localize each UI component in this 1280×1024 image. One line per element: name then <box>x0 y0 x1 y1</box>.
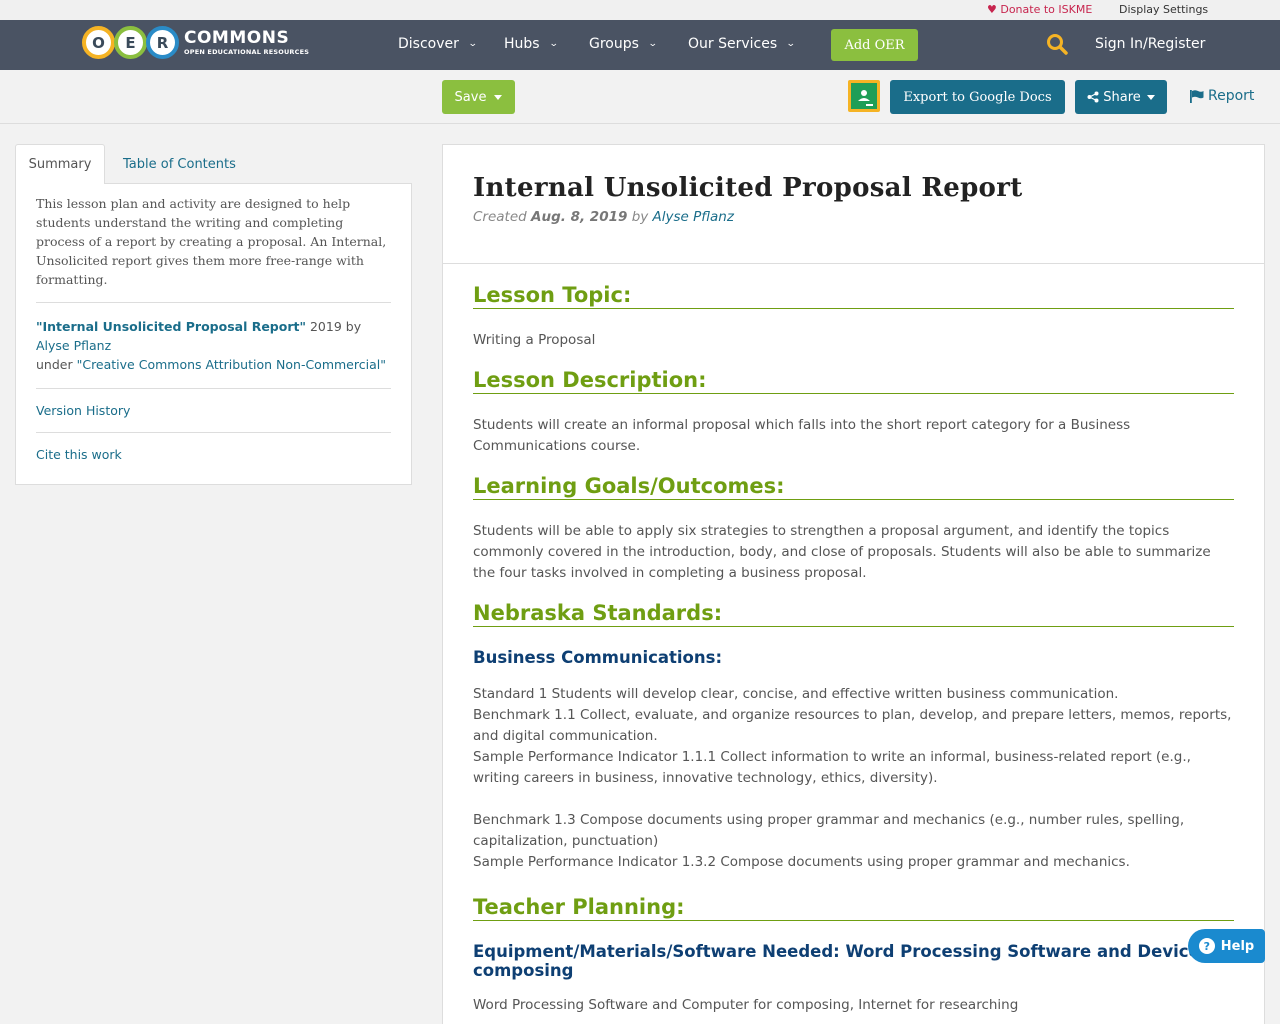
indicator-1-3-2: Sample Performance Indicator 1.3.2 Compo… <box>473 854 1130 870</box>
section-heading-lesson-topic: Lesson Topic: <box>473 282 1234 309</box>
google-classroom-button[interactable] <box>848 80 880 112</box>
report-label: Report <box>1208 88 1255 104</box>
logo-tagline: OPEN EDUCATIONAL RESOURCES <box>184 47 310 56</box>
meta-author-link[interactable]: Alyse Pflanz <box>653 209 734 225</box>
attribution: "Internal Unsolicited Proposal Report" 2… <box>36 303 391 389</box>
content-header: Internal Unsolicited Proposal Report Cre… <box>443 145 1264 264</box>
section-heading-nebraska-standards: Nebraska Standards: <box>473 600 1234 627</box>
benchmark-1-3: Benchmark 1.3 Compose documents using pr… <box>473 812 1185 849</box>
meta-by: by <box>631 209 649 225</box>
subheading-equipment: Equipment/Materials/Software Needed: Wor… <box>473 942 1233 980</box>
content-body: Lesson Topic: Writing a Proposal Lesson … <box>443 264 1264 1016</box>
logo-wordmark: COMMONS OPEN EDUCATIONAL RESOURCES <box>184 27 310 56</box>
tab-summary[interactable]: Summary <box>15 144 105 184</box>
display-settings-link[interactable]: Display Settings <box>1119 3 1208 16</box>
chevron-down-icon: ⌄ <box>548 39 559 49</box>
help-button[interactable]: ? Help <box>1188 929 1265 963</box>
logo-letter-e: E <box>114 26 147 59</box>
section-heading-learning-goals: Learning Goals/Outcomes: <box>473 473 1234 500</box>
help-label: Help <box>1220 938 1255 954</box>
nav-discover-label: Discover <box>398 36 459 52</box>
caret-down-icon <box>1146 94 1155 100</box>
standards-block: Standard 1 Students will develop clear, … <box>473 684 1234 873</box>
standard-1: Standard 1 Students will develop clear, … <box>473 686 1119 702</box>
lesson-description-text: Students will create an informal proposa… <box>473 417 1131 454</box>
donate-label: Donate to ISKME <box>1000 3 1093 16</box>
meta-created: Created <box>473 209 527 225</box>
nav-our-services[interactable]: Our Services ⌄ <box>688 36 796 52</box>
logo-letter-o: O <box>82 26 115 59</box>
main-nav: O E R COMMONS OPEN EDUCATIONAL RESOURCES… <box>0 20 1280 70</box>
chevron-down-icon: ⌄ <box>467 39 478 49</box>
add-oer-button[interactable]: Add OER <box>831 29 918 61</box>
resource-title-link[interactable]: "Internal Unsolicited Proposal Report" <box>36 319 306 334</box>
section-heading-teacher-planning: Teacher Planning: <box>473 894 1234 921</box>
logo-letter-r: R <box>146 26 179 59</box>
tab-table-of-contents[interactable]: Table of Contents <box>123 144 236 184</box>
main-content: Internal Unsolicited Proposal Report Cre… <box>442 144 1265 1024</box>
caret-down-icon <box>494 94 503 100</box>
subheading-business-communications: Business Communications: <box>473 648 723 667</box>
page-title: Internal Unsolicited Proposal Report <box>473 173 1023 203</box>
credit-year: 2019 by <box>306 319 362 334</box>
summary-panel: This lesson plan and activity are design… <box>15 183 412 485</box>
share-button[interactable]: Share <box>1075 80 1167 114</box>
logo-name: COMMONS <box>184 27 290 48</box>
nav-discover[interactable]: Discover ⌄ <box>398 36 478 52</box>
credit-under: under <box>36 357 77 372</box>
share-label: Share <box>1103 89 1141 105</box>
nav-groups-label: Groups <box>589 36 639 52</box>
export-google-docs-button[interactable]: Export to Google Docs <box>890 80 1065 114</box>
summary-text: This lesson plan and activity are design… <box>36 194 391 303</box>
author-link[interactable]: Alyse Pflanz <box>36 338 111 353</box>
indicator-1-1-1: Sample Performance Indicator 1.1.1 Colle… <box>473 749 1191 786</box>
google-classroom-icon <box>851 83 877 109</box>
equipment-text: Word Processing Software and Computer fo… <box>473 997 1019 1013</box>
license-link[interactable]: "Creative Commons Attribution Non-Commer… <box>77 357 386 372</box>
oer-commons-logo[interactable]: O E R COMMONS OPEN EDUCATIONAL RESOURCES <box>82 26 309 59</box>
search-icon[interactable] <box>1046 33 1068 55</box>
nav-our-services-label: Our Services <box>688 36 778 52</box>
sign-in-register-link[interactable]: Sign In/Register <box>1095 36 1205 52</box>
chevron-down-icon: ⌄ <box>786 39 796 49</box>
sidebar-tabs: Summary Table of Contents <box>15 144 412 184</box>
resource-toolbar: Save Export to Google Docs Share Report <box>0 70 1280 124</box>
resource-meta: Created Aug. 8, 2019 by Alyse Pflanz <box>473 209 1234 225</box>
save-button[interactable]: Save <box>442 80 515 114</box>
nav-groups[interactable]: Groups ⌄ <box>589 36 658 52</box>
sidebar: Summary Table of Contents This lesson pl… <box>15 144 412 485</box>
section-heading-lesson-description: Lesson Description: <box>473 367 1234 394</box>
learning-goals-text: Students will be able to apply six strat… <box>473 523 1211 581</box>
benchmark-1-1: Benchmark 1.1 Collect, evaluate, and org… <box>473 707 1232 744</box>
utility-bar: ♥ Donate to ISKME Display Settings <box>0 0 1280 20</box>
question-icon: ? <box>1198 938 1215 954</box>
report-link[interactable]: Report <box>1190 88 1254 104</box>
meta-date: Aug. 8, 2019 <box>531 209 628 225</box>
version-history-link[interactable]: Version History <box>36 389 391 433</box>
chevron-down-icon: ⌄ <box>647 39 658 49</box>
cite-work-link[interactable]: Cite this work <box>36 433 391 462</box>
save-label: Save <box>454 89 487 105</box>
donate-link[interactable]: ♥ Donate to ISKME <box>987 3 1092 16</box>
share-icon <box>1087 91 1099 103</box>
flag-icon <box>1190 89 1204 103</box>
nav-hubs-label: Hubs <box>504 36 540 52</box>
lesson-topic-text: Writing a Proposal <box>473 332 596 348</box>
nav-hubs[interactable]: Hubs ⌄ <box>504 36 559 52</box>
